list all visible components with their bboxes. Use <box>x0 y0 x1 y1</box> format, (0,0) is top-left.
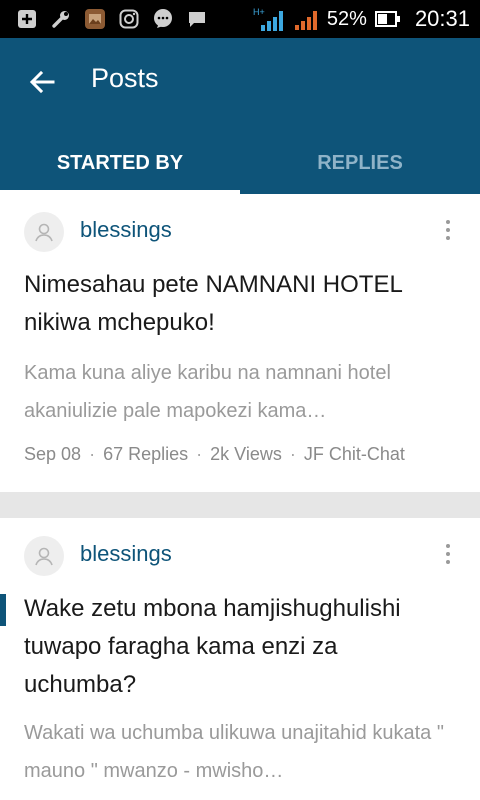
dot <box>446 552 450 556</box>
signal-strength-icon <box>293 8 319 30</box>
dot <box>446 560 450 564</box>
app-bar: Posts STARTED BY REPLIES <box>0 38 480 194</box>
signal-h-plus-icon: H+ <box>251 7 285 31</box>
unread-marker <box>0 594 6 626</box>
status-bar: H+ 52% 20:31 <box>0 0 480 38</box>
gallery-icon <box>84 8 106 30</box>
post-title[interactable]: Nimesahau pete NAMNANI HOTEL nikiwa mche… <box>24 266 456 342</box>
svg-text:H+: H+ <box>253 7 265 17</box>
system-status: H+ 52% 20:31 <box>251 6 470 32</box>
tab-replies[interactable]: REPLIES <box>240 132 480 194</box>
dot <box>446 220 450 224</box>
post-divider <box>0 492 480 518</box>
post-excerpt: Kama kuna aliye karibu na namnani hotel … <box>24 362 391 422</box>
notification-icons <box>16 8 208 30</box>
user-placeholder-icon <box>35 223 53 242</box>
instagram-icon <box>118 8 140 30</box>
post-title[interactable]: Wake zetu mbona hamjishughulishi tuwapo … <box>24 590 456 704</box>
dot <box>446 544 450 548</box>
post-views: 2k Views <box>210 444 282 464</box>
battery-icon <box>374 8 401 30</box>
wrench-icon <box>50 8 72 30</box>
avatar[interactable] <box>24 536 64 576</box>
user-placeholder-icon <box>35 547 53 566</box>
post-meta: Sep 08 · 67 Replies · 2k Views · JF Chit… <box>24 444 405 465</box>
post-card[interactable]: blessings Nimesahau pete NAMNANI HOTEL n… <box>0 194 480 492</box>
post-author[interactable]: blessings <box>80 541 172 567</box>
post-forum[interactable]: JF Chit-Chat <box>304 444 405 465</box>
dot <box>446 236 450 240</box>
back-button[interactable] <box>18 60 66 104</box>
posts-feed[interactable]: blessings Nimesahau pete NAMNANI HOTEL n… <box>0 194 480 800</box>
post-date: Sep 08 <box>24 444 82 464</box>
more-options-button[interactable] <box>436 215 460 245</box>
dot <box>446 228 450 232</box>
post-card[interactable]: blessings Wake zetu mbona hamjishughulis… <box>0 518 480 800</box>
meta-separator: · <box>89 444 96 464</box>
avatar[interactable] <box>24 212 64 252</box>
more-options-button[interactable] <box>436 539 460 569</box>
page-title: Posts <box>91 63 159 93</box>
post-excerpt: Wakati wa uchumba ulikuwa unajitahid kuk… <box>24 722 444 782</box>
post-replies: 67 Replies <box>103 444 189 464</box>
post-author[interactable]: blessings <box>80 217 172 243</box>
clock: 20:31 <box>414 6 470 31</box>
chat-bubble-icon <box>152 8 174 30</box>
message-icon <box>186 8 208 30</box>
battery-percentage: 52% <box>326 7 367 30</box>
meta-separator: · <box>196 444 203 464</box>
add-box-icon <box>16 8 38 30</box>
tab-bar: STARTED BY REPLIES <box>0 132 480 194</box>
meta-separator: · <box>289 444 296 464</box>
tab-started-by[interactable]: STARTED BY <box>0 132 240 194</box>
arrow-back-icon <box>29 70 55 94</box>
